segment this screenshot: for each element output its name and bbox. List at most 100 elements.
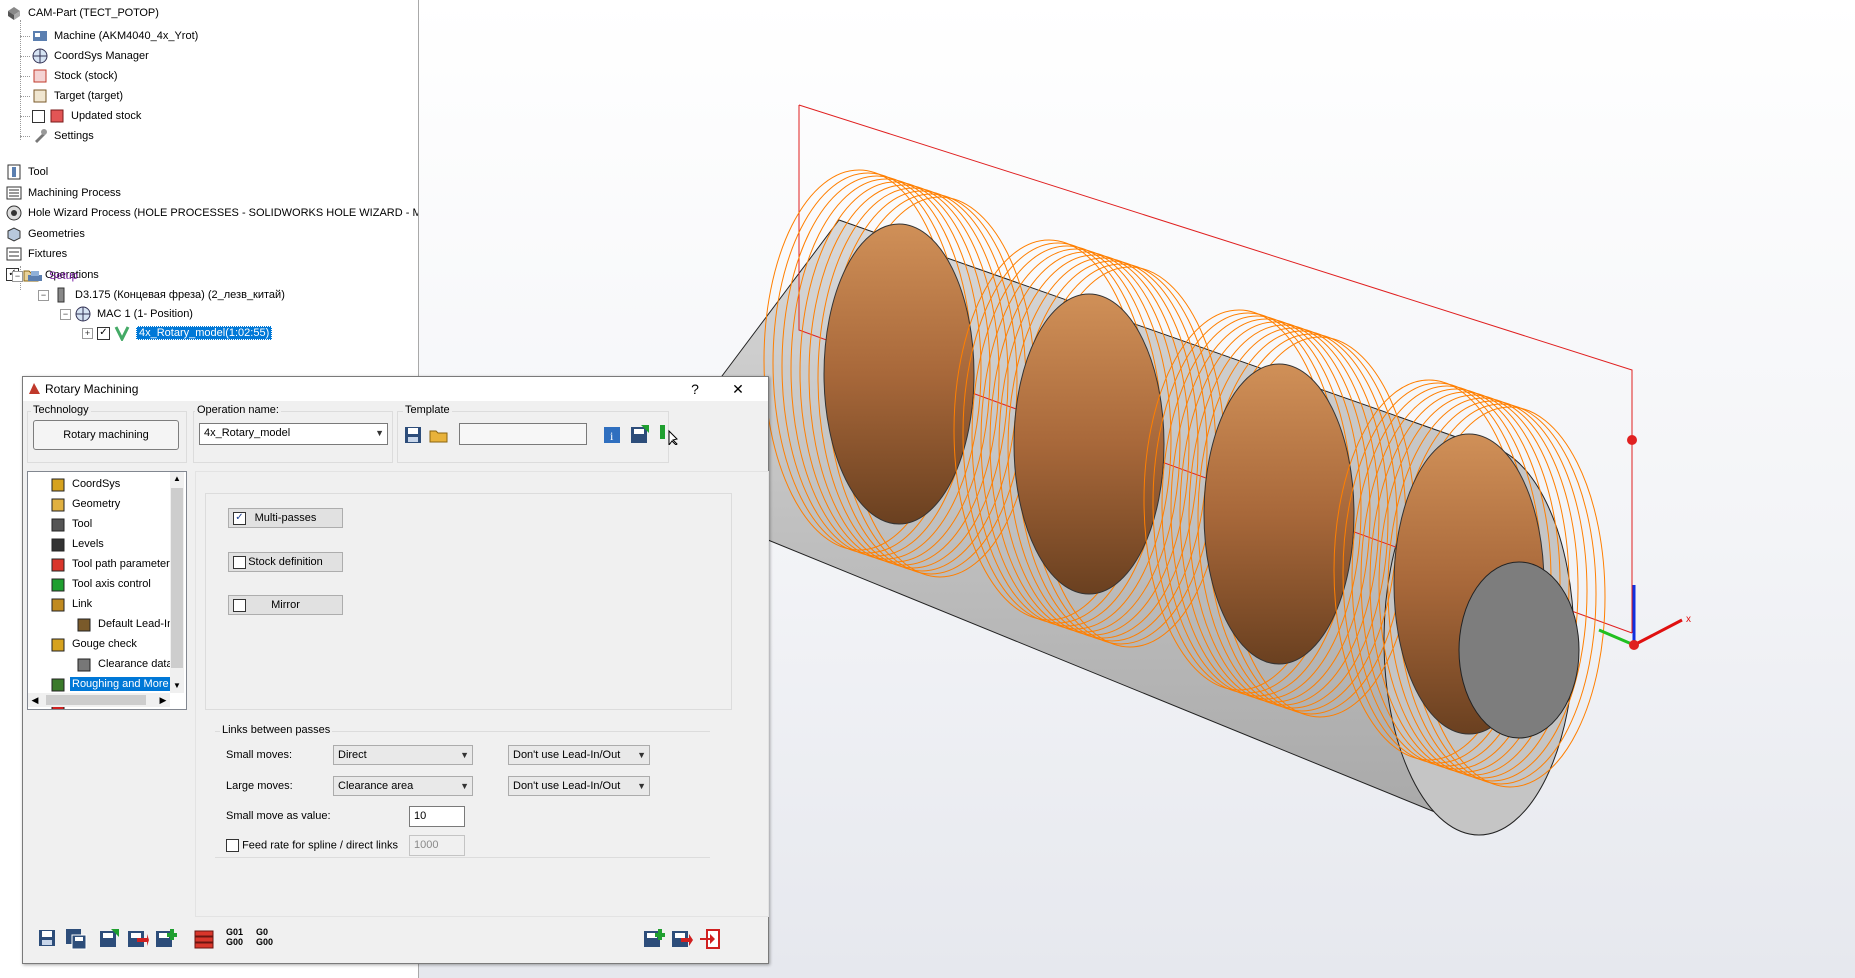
small-moves-select[interactable]: Direct ▼: [333, 745, 473, 765]
tool-info-cursor-icon[interactable]: [657, 423, 679, 447]
small-move-value-input[interactable]: 10: [409, 806, 465, 827]
rotary-machining-button[interactable]: Rotary machining: [33, 420, 179, 450]
target-icon: [32, 88, 48, 104]
tree-item-geometries[interactable]: Geometries: [6, 224, 85, 244]
tree-item-updated-stock[interactable]: Updated stock: [32, 106, 141, 126]
operation-name-combo[interactable]: 4x_Rotary_model ▼: [199, 423, 388, 445]
lead-in-icon: [76, 617, 92, 633]
scroll-thumb[interactable]: [171, 488, 183, 668]
layers-icon[interactable]: [193, 928, 215, 950]
updated-stock-icon: [49, 108, 65, 124]
nav-hscrollbar[interactable]: ◀ ▶: [28, 693, 170, 707]
scroll-right-icon[interactable]: ▶: [156, 693, 170, 707]
cam-part-icon: [6, 5, 22, 21]
tree-item-settings[interactable]: Settings: [32, 126, 94, 146]
nav-item-toolpath[interactable]: Tool path parameters: [50, 555, 177, 574]
help-button[interactable]: ?: [680, 377, 710, 401]
updated-stock-checkbox[interactable]: [32, 109, 45, 123]
tree-root[interactable]: CAM-Part (ТЕСТ_РОТОР): [6, 3, 159, 23]
nav-item-geometry[interactable]: Geometry: [50, 495, 122, 514]
coordsys-icon: [75, 306, 91, 322]
tree-item-stock[interactable]: Stock (stock): [32, 66, 118, 86]
nav-item-tool-axis[interactable]: Tool axis control: [50, 575, 153, 594]
tree-item-tool-entry[interactable]: − D3.175 (Концевая фреза) (2_лезв_китай): [38, 285, 285, 305]
stock-definition-toggle[interactable]: Stock definition: [228, 552, 343, 572]
tree-item-coordsys[interactable]: CoordSys Manager: [32, 46, 149, 66]
end-mill-icon: [53, 287, 69, 303]
chevron-down-icon: ▼: [375, 428, 384, 438]
feed-rate-label: Feed rate for spline / direct links: [242, 839, 398, 852]
large-moves-select[interactable]: Clearance area ▼: [333, 776, 473, 796]
tree-item-hole-wizard[interactable]: Hole Wizard Process (HOLE PROCESSES - SO…: [6, 203, 418, 223]
rotary-machining-dialog[interactable]: Rotary Machining ? ✕ Technology Rotary m…: [22, 376, 769, 964]
tool-axis-icon: [50, 577, 66, 593]
save-add-exit-icon[interactable]: [643, 928, 665, 950]
scroll-up-icon[interactable]: ▲: [170, 472, 184, 486]
collapse-icon[interactable]: −: [38, 289, 49, 301]
tree-item-target[interactable]: Target (target): [32, 86, 123, 106]
small-moves-lead-select[interactable]: Don't use Lead-In/Out ▼: [508, 745, 650, 765]
operation-checkbox[interactable]: ✓: [97, 326, 110, 340]
save-template-icon[interactable]: [403, 425, 425, 447]
save-close-icon[interactable]: [65, 928, 87, 950]
parameters-navigation[interactable]: CoordSys Geometry Tool Levels Tool path para…: [27, 471, 187, 710]
nav-item-gouge-check[interactable]: Gouge check: [50, 635, 139, 654]
rotary-operation-icon: [114, 325, 130, 343]
geometries-icon: [6, 226, 22, 242]
nav-item-levels[interactable]: Levels: [50, 535, 106, 554]
tree-item-machining-process[interactable]: Machining Process: [6, 183, 121, 203]
save-icon[interactable]: [37, 928, 59, 950]
dialog-titlebar[interactable]: Rotary Machining ? ✕: [23, 377, 768, 401]
close-button[interactable]: ✕: [723, 377, 753, 401]
save-add-icon[interactable]: [155, 928, 177, 950]
open-template-icon[interactable]: [429, 425, 451, 447]
collapse-icon[interactable]: −: [12, 270, 23, 282]
app-icon: [28, 382, 41, 395]
save-to-library-icon[interactable]: [629, 423, 651, 445]
nav-item-clearance[interactable]: Clearance data: [76, 655, 175, 674]
template-label: Template: [403, 404, 452, 416]
feed-rate-row[interactable]: Feed rate for spline / direct links: [226, 839, 398, 852]
chevron-down-icon: ▼: [460, 781, 469, 791]
operation-name-label: Operation name:: [195, 404, 281, 416]
scroll-down-icon[interactable]: ▼: [170, 679, 184, 693]
exit-icon[interactable]: [699, 928, 721, 950]
tree-item-tool[interactable]: Tool: [6, 162, 48, 182]
template-field[interactable]: [459, 423, 587, 445]
tree-item-setup[interactable]: − Setup: [12, 266, 78, 286]
multi-passes-toggle[interactable]: ✓ Multi-passes: [228, 508, 343, 528]
scroll-left-icon[interactable]: ◀: [28, 693, 42, 707]
nav-item-link[interactable]: Link: [50, 595, 94, 614]
large-moves-lead-select[interactable]: Don't use Lead-In/Out ▼: [508, 776, 650, 796]
chevron-down-icon: ▼: [637, 781, 646, 791]
info-icon[interactable]: i: [603, 426, 625, 448]
tree-item-mac[interactable]: − MAC 1 (1- Position): [60, 304, 193, 324]
save-simulate-icon[interactable]: [127, 928, 149, 950]
small-moves-label: Small moves:: [226, 749, 293, 761]
clearance-icon: [76, 657, 92, 673]
hole-wizard-icon: [6, 205, 22, 221]
rotor-disc: [1013, 293, 1165, 595]
chevron-down-icon: ▼: [460, 750, 469, 760]
expand-icon[interactable]: +: [82, 327, 93, 339]
mirror-toggle[interactable]: Mirror: [228, 595, 343, 615]
settings-icon: [32, 128, 48, 144]
tool-icon: [6, 164, 22, 180]
nav-item-roughing[interactable]: Roughing and More: [50, 675, 171, 694]
save-run-icon[interactable]: [671, 928, 693, 950]
tree-item-fixtures[interactable]: Fixtures: [6, 244, 67, 264]
save-calculate-icon[interactable]: [99, 928, 121, 950]
g01-g00-icon[interactable]: G01 G00: [226, 927, 243, 947]
feed-rate-checkbox[interactable]: [226, 839, 239, 852]
tree-item-operation[interactable]: + ✓ 4x_Rotary_model(1:02:55): [82, 323, 273, 343]
hscroll-thumb[interactable]: [46, 695, 146, 705]
nav-item-lead-in[interactable]: Default Lead-In: [76, 615, 175, 634]
nav-item-tool[interactable]: Tool: [50, 515, 94, 534]
rotor-disc: [823, 223, 975, 525]
tree-item-machine[interactable]: Machine (AKM4040_4x_Yrot): [32, 26, 198, 46]
nav-scrollbar[interactable]: ▲ ▼: [170, 472, 184, 693]
dialog-title: Rotary Machining: [45, 382, 139, 396]
collapse-icon[interactable]: −: [60, 308, 71, 320]
nav-item-coordsys[interactable]: CoordSys: [50, 475, 122, 494]
g0-g00-icon[interactable]: G0 G00: [256, 927, 273, 947]
